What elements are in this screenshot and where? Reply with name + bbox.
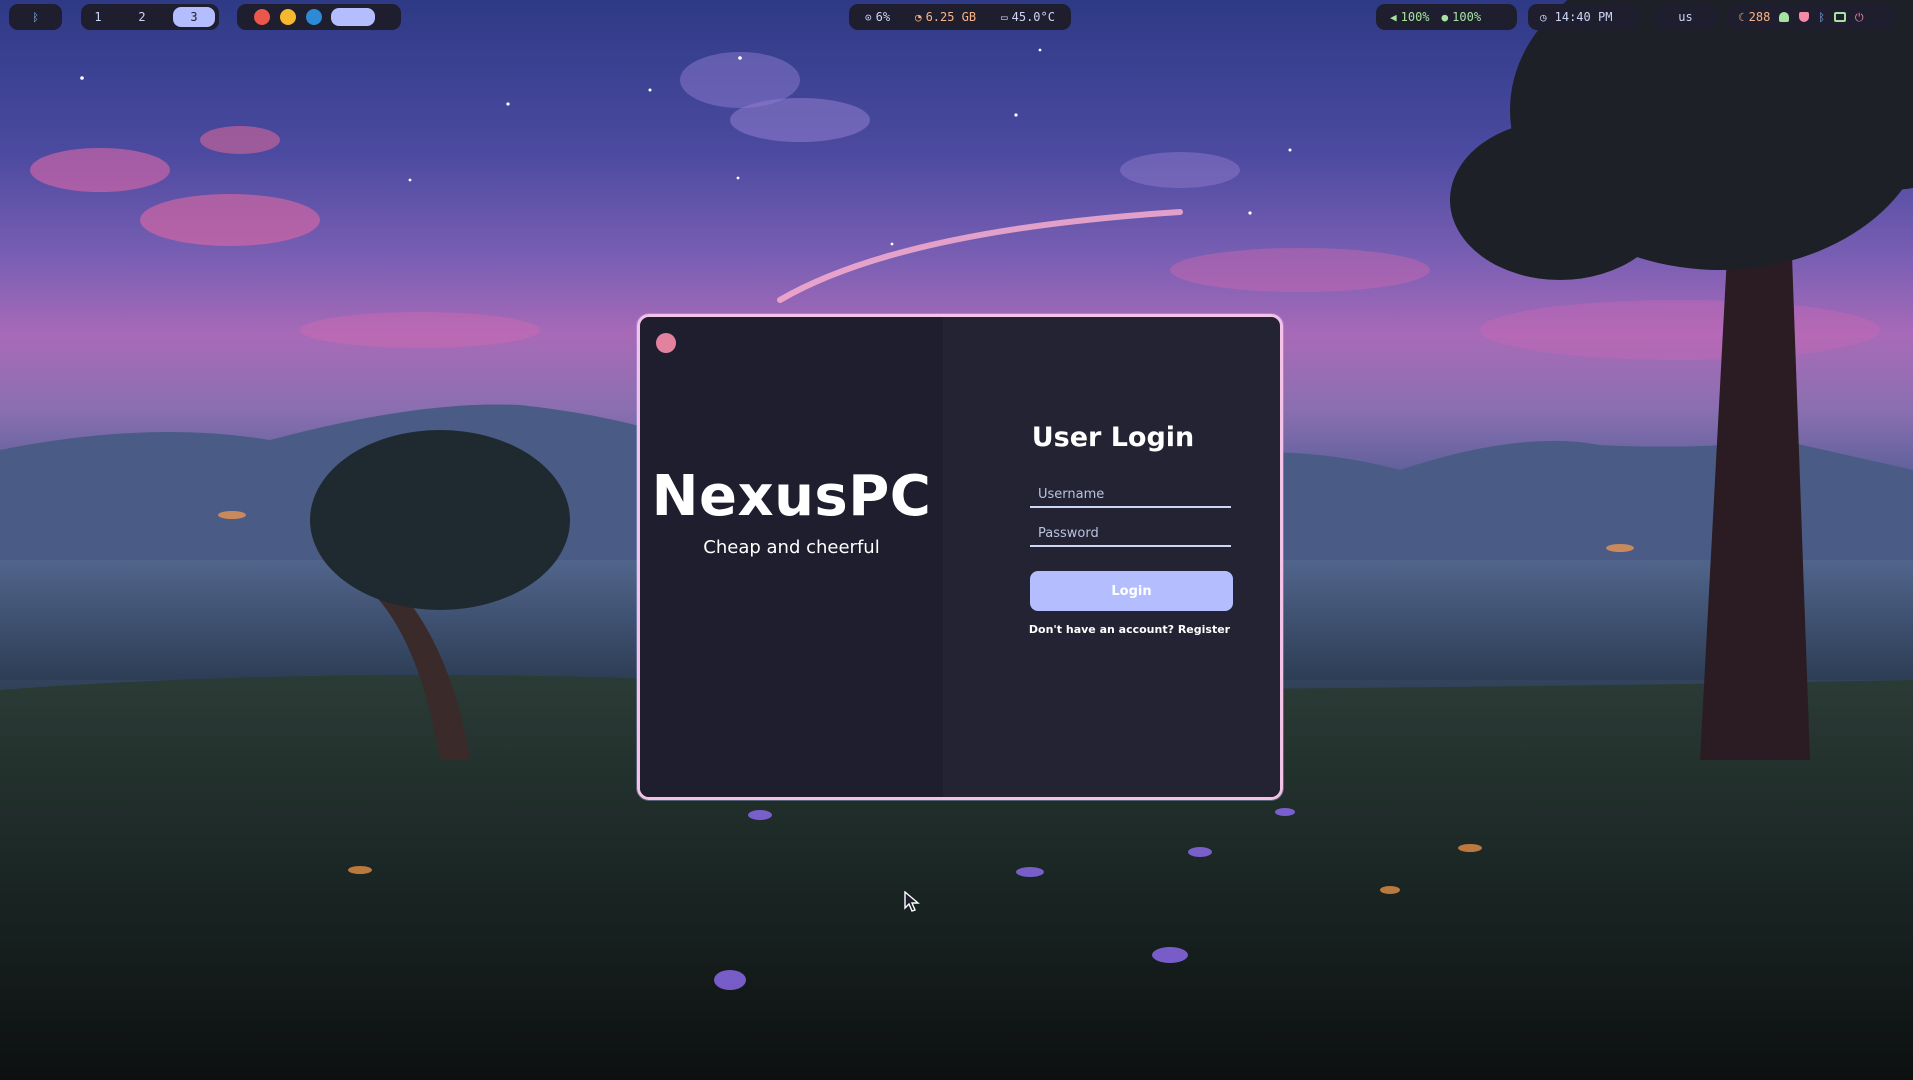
login-panel: User Login Login Don't have an account? …: [943, 317, 1280, 797]
desktop: ᛒ 1 2 3 ⊙ 6% ◔ 6.25 GB ▭ 45.0°C ◀ 100% ●: [0, 0, 1913, 1080]
active-window-icon[interactable]: [331, 8, 375, 26]
workspaces: 1 2 3: [81, 4, 219, 30]
firefox-icon[interactable]: [254, 9, 270, 25]
login-button[interactable]: Login: [1030, 571, 1233, 611]
microphone-icon: ●: [1441, 10, 1449, 24]
workspace-3[interactable]: 3: [173, 7, 215, 27]
keyboard-layout-module[interactable]: us: [1654, 4, 1717, 30]
cpu-stat[interactable]: ⊙ 6%: [865, 10, 890, 24]
taskbar-apps: [237, 4, 401, 30]
volume-stat[interactable]: ◀ 100%: [1390, 10, 1430, 24]
shield-icon[interactable]: [1799, 12, 1810, 22]
workspace-2[interactable]: 2: [129, 10, 155, 24]
bluetooth-module[interactable]: ᛒ: [9, 4, 62, 30]
temperature-icon: ▭: [1001, 10, 1008, 24]
brand-tagline: Cheap and cheerful: [703, 537, 880, 558]
volume-value: 100%: [1400, 10, 1430, 24]
sun-app-icon[interactable]: [280, 9, 296, 25]
bluetooth-tray-icon[interactable]: ᛒ: [1818, 12, 1825, 23]
login-window: NexusPC Cheap and cheerful User Login Lo…: [637, 314, 1283, 800]
register-prompt: Don't have an account? Register: [943, 623, 1280, 636]
mic-value: 100%: [1452, 10, 1482, 24]
power-icon[interactable]: ⏻: [1855, 12, 1864, 23]
system-stats: ⊙ 6% ◔ 6.25 GB ▭ 45.0°C: [849, 4, 1071, 30]
mic-stat[interactable]: ● 100%: [1442, 10, 1482, 24]
audio-module: ◀ 100% ● 100%: [1376, 4, 1517, 30]
mouse-cursor: [904, 891, 920, 912]
memory-value: 6.25 GB: [925, 10, 977, 24]
notification-bell-icon[interactable]: [1779, 12, 1790, 22]
cpu-icon: ⊙: [865, 10, 872, 24]
close-button[interactable]: [656, 333, 676, 353]
clock-value: 14:40 PM: [1554, 10, 1613, 24]
login-heading: User Login: [1031, 422, 1195, 453]
bluetooth-icon: ᛒ: [32, 10, 39, 24]
memory-icon: ◔: [914, 10, 922, 24]
temperature-stat[interactable]: ▭ 45.0°C: [1001, 10, 1055, 24]
clock-module[interactable]: ◷ 14:40 PM: [1528, 4, 1640, 30]
password-field[interactable]: [1030, 521, 1231, 547]
brand-title: NexusPC: [651, 464, 932, 529]
display-icon[interactable]: [1833, 12, 1846, 22]
brand-panel: NexusPC Cheap and cheerful: [640, 317, 943, 797]
workspace-1[interactable]: 1: [85, 10, 111, 24]
clock-icon: ◷: [1540, 10, 1547, 24]
vscode-icon[interactable]: [306, 9, 322, 25]
temperature-value: 45.0°C: [1011, 10, 1055, 24]
register-prompt-text: Don't have an account?: [1028, 623, 1178, 636]
updates-value: 288: [1748, 10, 1771, 24]
cpu-value: 6%: [875, 10, 891, 24]
tray-module: ☾ 288 ᛒ ⏻: [1728, 4, 1896, 30]
username-field[interactable]: [1030, 482, 1231, 508]
speaker-icon: ◀: [1390, 10, 1397, 24]
memory-stat[interactable]: ◔ 6.25 GB: [915, 10, 976, 24]
updates-icon: ☾: [1738, 10, 1745, 24]
register-link[interactable]: Register: [1178, 623, 1230, 636]
shooting-star: [777, 209, 1183, 303]
updates-stat[interactable]: ☾ 288: [1738, 10, 1770, 24]
keyboard-layout-value: us: [1678, 10, 1693, 24]
